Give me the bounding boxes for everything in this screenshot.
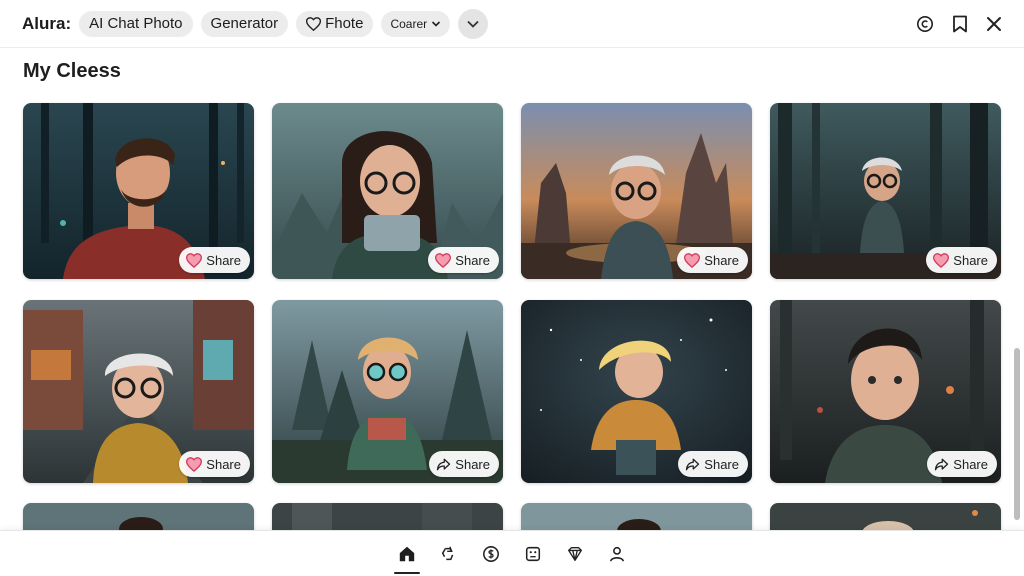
- share-arrow-icon: [436, 457, 451, 472]
- bottom-nav: [0, 530, 1024, 576]
- image-card[interactable]: Share: [770, 300, 1001, 483]
- heart-icon: [684, 252, 701, 268]
- share-label: Share: [206, 456, 241, 472]
- share-arrow-icon: [934, 457, 949, 472]
- image-card[interactable]: Share: [23, 103, 254, 279]
- more-chips-button[interactable]: [458, 8, 489, 39]
- app-window: Alura: AI Chat Photo Generator Fhote Coa…: [0, 0, 1024, 576]
- share-button[interactable]: Share: [179, 247, 250, 273]
- top-right-actions: [916, 15, 1002, 33]
- share-label: Share: [953, 456, 988, 472]
- image-card[interactable]: Share: [521, 103, 752, 279]
- scrollbar-thumb[interactable]: [1014, 348, 1020, 520]
- home-icon: [399, 546, 415, 561]
- brand-title: Alura:: [22, 13, 72, 33]
- chip-coarer-dropdown[interactable]: Coarer: [381, 10, 451, 37]
- heart-icon: [186, 252, 203, 268]
- share-button[interactable]: Share: [179, 451, 250, 477]
- share-label: Share: [206, 252, 241, 268]
- chip-ai-chat-photo[interactable]: AI Chat Photo: [79, 10, 193, 37]
- share-button[interactable]: Share: [677, 247, 748, 273]
- image-card[interactable]: Share: [272, 103, 503, 279]
- share-label: Share: [455, 252, 490, 268]
- image-card[interactable]: Share: [23, 300, 254, 483]
- image-card[interactable]: Share: [272, 300, 503, 483]
- share-label: Share: [953, 252, 988, 268]
- nav-coins[interactable]: [479, 542, 503, 566]
- close-icon[interactable]: [986, 16, 1002, 32]
- nav-home[interactable]: [394, 542, 420, 574]
- heart-outline-icon: [568, 546, 582, 561]
- heart-icon: [933, 252, 950, 268]
- profile-icon: [609, 546, 625, 561]
- heart-icon: [306, 16, 322, 31]
- chip-label: Coarer: [390, 16, 428, 31]
- chevron-down-icon: [431, 20, 441, 28]
- image-card[interactable]: Share: [521, 300, 752, 483]
- heart-icon: [435, 252, 452, 268]
- heart-icon: [186, 456, 203, 472]
- copyright-icon[interactable]: [916, 15, 934, 33]
- recycle-icon: [441, 546, 454, 560]
- chip-label: Generator: [210, 15, 279, 32]
- share-button[interactable]: Share: [428, 247, 499, 273]
- share-button[interactable]: Share: [926, 247, 997, 273]
- bookmark-icon[interactable]: [952, 15, 968, 33]
- nav-recycle[interactable]: [437, 542, 461, 566]
- share-label: Share: [455, 456, 490, 472]
- share-label: Share: [704, 456, 739, 472]
- image-card[interactable]: Share: [770, 103, 1001, 279]
- coin-icon: [483, 545, 499, 562]
- nav-favorites[interactable]: [563, 542, 587, 566]
- chip-label: AI Chat Photo: [89, 15, 183, 32]
- chip-generator[interactable]: Generator: [200, 10, 289, 37]
- image-grid: Share Share Share Share Share Share Shar…: [0, 0, 1010, 543]
- grid-icon: [525, 546, 541, 561]
- nav-profile[interactable]: [605, 542, 629, 566]
- share-button[interactable]: Share: [927, 451, 997, 477]
- share-button[interactable]: Share: [429, 451, 499, 477]
- chip-fhote[interactable]: Fhote: [296, 10, 374, 37]
- chevron-down-icon: [467, 20, 479, 28]
- share-arrow-icon: [685, 457, 700, 472]
- nav-grid[interactable]: [521, 542, 545, 566]
- top-bar: Alura: AI Chat Photo Generator Fhote Coa…: [0, 0, 1024, 48]
- share-label: Share: [704, 252, 739, 268]
- chip-label: Fhote: [325, 15, 364, 32]
- scrollbar[interactable]: [1012, 48, 1022, 530]
- share-button[interactable]: Share: [678, 451, 748, 477]
